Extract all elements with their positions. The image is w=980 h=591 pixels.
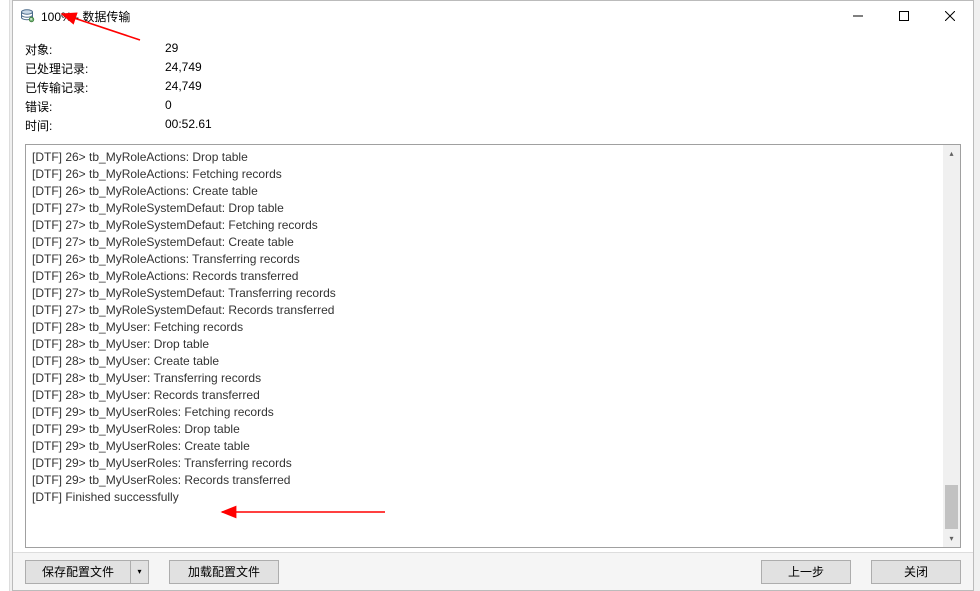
log-line: [DTF] 27> tb_MyRoleSystemDefaut: Create …	[32, 234, 937, 251]
scroll-up-icon[interactable]: ▴	[943, 145, 960, 162]
vertical-scrollbar[interactable]: ▴ ▾	[943, 145, 960, 547]
stats-panel: 对象: 29 已处理记录: 24,749 已传输记录: 24,749 错误: 0…	[13, 31, 973, 140]
processed-label: 已处理记录:	[25, 60, 165, 77]
scroll-down-icon[interactable]: ▾	[943, 530, 960, 547]
minimize-button[interactable]	[835, 1, 881, 31]
close-window-button[interactable]	[927, 1, 973, 31]
button-bar: 保存配置文件 ▾ 加载配置文件 上一步 关闭	[13, 552, 973, 590]
time-label: 时间:	[25, 117, 165, 134]
prev-step-button[interactable]: 上一步	[761, 560, 851, 584]
log-line: [DTF] 26> tb_MyRoleActions: Create table	[32, 183, 937, 200]
log-line: [DTF] 29> tb_MyUserRoles: Fetching recor…	[32, 404, 937, 421]
save-profile-dropdown-icon[interactable]: ▾	[131, 560, 149, 584]
log-panel: [DTF] 26> tb_MyRoleActions: Drop table[D…	[25, 144, 961, 548]
log-line: [DTF] 26> tb_MyRoleActions: Records tran…	[32, 268, 937, 285]
objects-value: 29	[165, 41, 961, 58]
log-line: [DTF] 27> tb_MyRoleSystemDefaut: Records…	[32, 302, 937, 319]
errors-value: 0	[165, 98, 961, 115]
window-controls	[835, 1, 973, 31]
close-button[interactable]: 关闭	[871, 560, 961, 584]
log-line: [DTF] 28> tb_MyUser: Fetching records	[32, 319, 937, 336]
left-background-fragment	[0, 0, 10, 591]
log-line: [DTF] 29> tb_MyUserRoles: Transferring r…	[32, 455, 937, 472]
log-line: [DTF] 28> tb_MyUser: Create table	[32, 353, 937, 370]
save-profile-button[interactable]: 保存配置文件	[25, 560, 131, 584]
log-line: [DTF] Finished successfully	[32, 489, 937, 506]
transferred-label: 已传输记录:	[25, 79, 165, 96]
objects-label: 对象:	[25, 41, 165, 58]
log-line: [DTF] 26> tb_MyRoleActions: Fetching rec…	[32, 166, 937, 183]
errors-label: 错误:	[25, 98, 165, 115]
window-titlebar[interactable]: 100% - 数据传输	[13, 1, 973, 31]
log-line: [DTF] 26> tb_MyRoleActions: Drop table	[32, 149, 937, 166]
processed-value: 24,749	[165, 60, 961, 77]
log-content[interactable]: [DTF] 26> tb_MyRoleActions: Drop table[D…	[26, 145, 943, 547]
time-value: 00:52.61	[165, 117, 961, 134]
log-line: [DTF] 29> tb_MyUserRoles: Drop table	[32, 421, 937, 438]
window-title: 100% - 数据传输	[41, 8, 130, 25]
maximize-button[interactable]	[881, 1, 927, 31]
log-line: [DTF] 28> tb_MyUser: Records transferred	[32, 387, 937, 404]
log-line: [DTF] 26> tb_MyRoleActions: Transferring…	[32, 251, 937, 268]
log-line: [DTF] 28> tb_MyUser: Transferring record…	[32, 370, 937, 387]
scrollbar-thumb[interactable]	[945, 485, 958, 529]
load-profile-button[interactable]: 加载配置文件	[169, 560, 279, 584]
log-line: [DTF] 28> tb_MyUser: Drop table	[32, 336, 937, 353]
save-profile-split-button[interactable]: 保存配置文件 ▾	[25, 560, 149, 584]
app-database-icon	[19, 8, 35, 24]
data-transfer-window: 100% - 数据传输 对象: 29 已处理记录: 24,749 已传输记录: …	[12, 0, 974, 591]
log-line: [DTF] 29> tb_MyUserRoles: Create table	[32, 438, 937, 455]
log-line: [DTF] 29> tb_MyUserRoles: Records transf…	[32, 472, 937, 489]
log-line: [DTF] 27> tb_MyRoleSystemDefaut: Transfe…	[32, 285, 937, 302]
log-line: [DTF] 27> tb_MyRoleSystemDefaut: Fetchin…	[32, 217, 937, 234]
transferred-value: 24,749	[165, 79, 961, 96]
log-line: [DTF] 27> tb_MyRoleSystemDefaut: Drop ta…	[32, 200, 937, 217]
